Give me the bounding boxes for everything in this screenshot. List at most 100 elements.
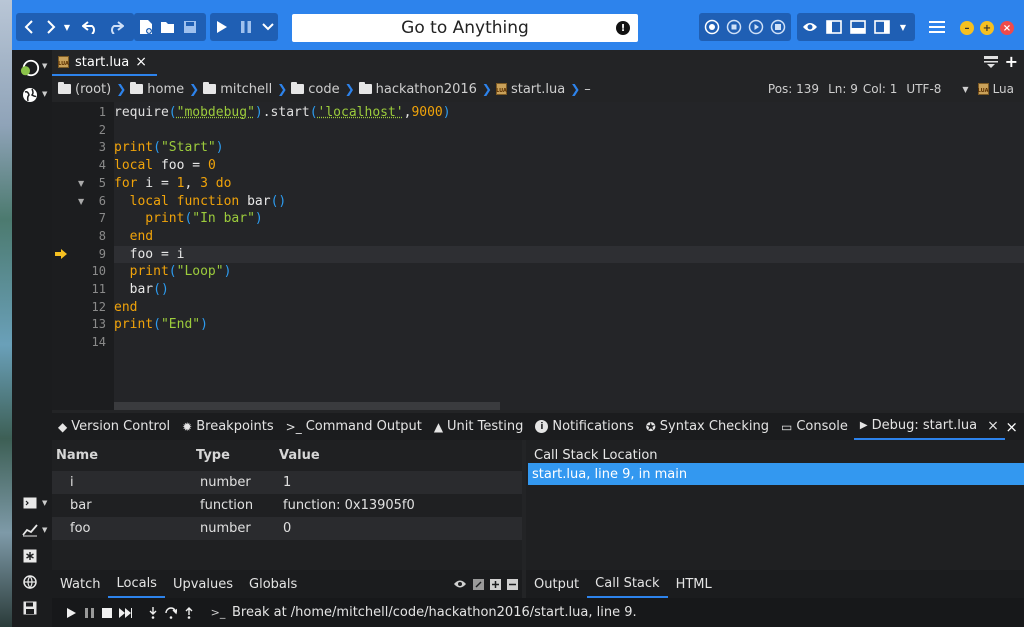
line-number[interactable]: 9 <box>76 246 106 264</box>
chevron-down-icon[interactable]: ▼ <box>962 85 968 94</box>
tab-breakpoints[interactable]: ✹ Breakpoints <box>176 413 279 440</box>
debug-run-to-cursor-button[interactable] <box>116 604 134 622</box>
code-line-9-current[interactable]: foo = i <box>114 246 1024 264</box>
line-number[interactable]: 8 <box>76 228 106 246</box>
record-macro-button[interactable] <box>702 15 722 39</box>
debug-step-out-button[interactable] <box>180 604 198 622</box>
close-tab-icon[interactable]: × <box>987 418 999 434</box>
alert-icon[interactable]: ! <box>616 21 630 35</box>
breadcrumb-item-code[interactable]: code <box>291 82 339 97</box>
debug-pause-button[interactable] <box>80 604 98 622</box>
column-name[interactable]: Name <box>56 448 98 463</box>
tab-unit-testing[interactable]: ▲ Unit Testing <box>428 413 530 440</box>
encoding-readout[interactable]: UTF-8 <box>906 82 941 96</box>
table-row[interactable]: foo number 0 <box>52 517 522 540</box>
toggle-left-pane-button[interactable] <box>824 15 844 39</box>
call-stack-row[interactable]: start.lua, line 9, in main <box>528 463 1024 485</box>
toggle-bottom-pane-button[interactable] <box>848 15 868 39</box>
code-line-10[interactable]: print("Loop") <box>114 263 1024 281</box>
fold-toggle-icon[interactable]: ▼ <box>78 193 84 211</box>
add-icon[interactable] <box>490 579 501 590</box>
breadcrumb-item-hackathon2016[interactable]: hackathon2016 <box>359 82 477 97</box>
close-panel-icon[interactable]: × <box>1005 418 1018 436</box>
sidebar-terminal-button[interactable] <box>20 493 40 513</box>
go-to-anything-input[interactable]: Go to Anything ! <box>292 14 638 42</box>
tab-command-output[interactable]: >_ Command Output <box>280 413 428 440</box>
close-window-button[interactable]: × <box>1000 21 1014 35</box>
line-number[interactable]: 7 <box>76 210 106 228</box>
tab-debug-start-lua[interactable]: ▶ Debug: start.lua × <box>854 413 1005 440</box>
code-line-3[interactable]: print("Start") <box>114 139 1024 157</box>
debug-stop-button[interactable] <box>98 604 116 622</box>
line-number[interactable]: 14 <box>76 334 106 352</box>
code-line-12[interactable]: end <box>114 299 1024 317</box>
code-line-8[interactable]: end <box>114 228 1024 246</box>
tab-version-control[interactable]: ◆ Version Control <box>52 413 176 440</box>
forward-button[interactable] <box>42 15 60 39</box>
sidebar-save-button[interactable] <box>20 598 40 618</box>
maximize-button[interactable]: + <box>980 21 994 35</box>
run-button[interactable] <box>212 15 232 39</box>
code-line-11[interactable]: bar() <box>114 281 1024 299</box>
new-tab-button[interactable]: + <box>1005 52 1018 71</box>
sidebar-browser-button[interactable] <box>20 572 40 592</box>
fold-toggle-icon[interactable]: ▼ <box>78 175 84 193</box>
subtab-call-stack[interactable]: Call Stack <box>587 570 667 598</box>
table-row[interactable]: i number 1 <box>52 471 522 494</box>
code-line-1[interactable]: require("mobdebug").start('localhost',90… <box>114 104 1024 122</box>
new-file-button[interactable] <box>136 15 156 39</box>
sidebar-chart-button[interactable] <box>20 520 40 540</box>
run-dropdown-button[interactable] <box>258 15 278 39</box>
sidebar-regex-button[interactable] <box>20 546 40 566</box>
code-line-6[interactable]: local function bar() <box>114 193 1024 211</box>
save-button[interactable] <box>180 15 200 39</box>
debug-step-over-button[interactable] <box>162 604 180 622</box>
code-area[interactable]: require("mobdebug").start('localhost',90… <box>114 102 1024 410</box>
line-number[interactable]: 1 <box>76 104 106 122</box>
horizontal-scrollbar[interactable] <box>114 402 500 410</box>
subtab-upvalues[interactable]: Upvalues <box>165 570 241 598</box>
close-tab-icon[interactable]: × <box>135 54 147 70</box>
subtab-locals[interactable]: Locals <box>108 570 164 598</box>
save-macro-button[interactable] <box>768 15 788 39</box>
code-editor[interactable]: 1 2 3 4 5 ▼ 6 ▼ 7 8 9 10 11 12 13 14 require("mobdebug"… <box>52 102 1024 410</box>
play-macro-button[interactable] <box>746 15 766 39</box>
language-selector[interactable]: LUA Lua <box>978 82 1014 96</box>
minimize-button[interactable]: – <box>960 21 974 35</box>
sidebar-places-button[interactable] <box>20 58 40 78</box>
debug-step-in-button[interactable] <box>144 604 162 622</box>
breadcrumb-item-root[interactable]: (root) <box>58 82 111 97</box>
main-menu-button[interactable] <box>926 15 948 39</box>
line-number[interactable]: 4 <box>76 157 106 175</box>
undo-button[interactable] <box>80 15 100 39</box>
line-number[interactable]: 3 <box>76 139 106 157</box>
toggle-right-pane-button[interactable] <box>872 15 892 39</box>
code-line-5[interactable]: for i = 1, 3 do <box>114 175 1024 193</box>
breadcrumb-item-home[interactable]: home <box>130 82 184 97</box>
line-number[interactable]: 2 <box>76 122 106 140</box>
editor-tab-start-lua[interactable]: LUA start.lua × <box>52 50 157 76</box>
breadcrumb-item-mitchell[interactable]: mitchell <box>203 82 272 97</box>
debug-continue-button[interactable] <box>62 604 80 622</box>
back-button[interactable] <box>20 15 38 39</box>
debug-shell-icon[interactable]: >_ <box>208 604 228 622</box>
view-dropdown-button[interactable]: ▼ <box>896 15 910 39</box>
line-number[interactable]: 13 <box>76 316 106 334</box>
code-line-13[interactable]: print("End") <box>114 316 1024 334</box>
subtab-globals[interactable]: Globals <box>241 570 305 598</box>
tab-notifications[interactable]: i Notifications <box>529 413 639 440</box>
edit-icon[interactable] <box>473 579 484 590</box>
code-line-7[interactable]: print("In bar") <box>114 210 1024 228</box>
redo-button[interactable] <box>106 15 126 39</box>
history-dropdown-button[interactable]: ▼ <box>62 15 72 39</box>
remove-icon[interactable] <box>507 579 518 590</box>
tab-list-button[interactable] <box>984 56 998 72</box>
subtab-watch[interactable]: Watch <box>52 570 108 598</box>
line-number[interactable]: 10 <box>76 263 106 281</box>
table-row[interactable]: bar function function: 0x13905f0 <box>52 494 522 517</box>
pause-button[interactable] <box>236 15 256 39</box>
stop-macro-button[interactable] <box>724 15 744 39</box>
eye-icon[interactable] <box>453 579 467 589</box>
focus-mode-button[interactable] <box>800 15 820 39</box>
subtab-output[interactable]: Output <box>526 570 587 598</box>
